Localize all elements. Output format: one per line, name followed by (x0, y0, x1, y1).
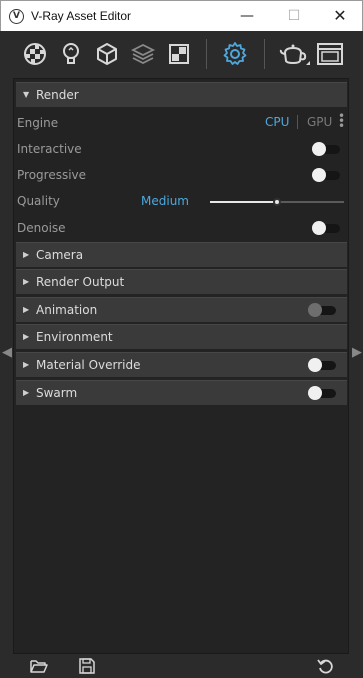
section-label: Material Override (36, 358, 141, 372)
section-animation[interactable]: ▶ Animation (16, 297, 347, 322)
collapsed-triangle-icon: ▶ (23, 332, 30, 341)
toolbar-separator (264, 39, 265, 69)
denoise-row: Denoise (16, 217, 347, 241)
lights-icon[interactable] (58, 41, 84, 67)
collapsed-triangle-icon: ▶ (23, 360, 30, 369)
save-icon[interactable] (78, 657, 96, 675)
section-environment[interactable]: ▶ Environment (16, 324, 347, 349)
settings-icon[interactable] (222, 41, 248, 67)
denoise-toggle[interactable] (312, 221, 342, 235)
section-label: Swarm (36, 386, 78, 400)
section-render[interactable]: ▼ Render (16, 82, 347, 107)
window-title: V-Ray Asset Editor (31, 9, 132, 23)
section-label: Animation (36, 303, 98, 317)
quality-value[interactable]: Medium (141, 194, 189, 208)
category-toolbar (0, 31, 363, 76)
collapsed-triangle-icon: ▶ (23, 305, 30, 314)
geometry-icon[interactable] (94, 41, 120, 67)
collapsed-triangle-icon: ▶ (23, 277, 30, 286)
bottom-toolbar (0, 654, 363, 678)
engine-gpu-option[interactable]: GPU (307, 115, 332, 129)
reset-icon[interactable] (317, 657, 335, 675)
vray-logo-icon: V (9, 9, 24, 24)
section-material-override[interactable]: ▶ Material Override (16, 352, 347, 377)
expanded-triangle-icon: ▼ (23, 90, 30, 99)
swarm-toggle[interactable] (308, 386, 338, 400)
collapse-left-arrow-icon[interactable]: ◀ (2, 345, 12, 360)
close-button[interactable]: ✕ (317, 1, 363, 31)
denoise-label: Denoise (17, 221, 66, 235)
quality-label: Quality (17, 194, 60, 208)
interactive-row: Interactive (16, 138, 347, 162)
interactive-label: Interactive (17, 142, 82, 156)
minimize-button[interactable]: — (224, 1, 270, 31)
engine-cpu-option[interactable]: CPU (265, 115, 289, 129)
material-override-toggle[interactable] (308, 358, 338, 372)
progressive-row: Progressive (16, 164, 347, 188)
toolbar-separator (206, 39, 207, 69)
frame-buffer-icon[interactable] (316, 41, 344, 67)
interactive-toggle[interactable] (312, 142, 342, 156)
quality-slider[interactable] (210, 198, 344, 206)
collapsed-triangle-icon: ▶ (23, 250, 30, 259)
section-label: Camera (36, 248, 84, 262)
progressive-toggle[interactable] (312, 168, 342, 182)
materials-icon[interactable] (22, 41, 48, 67)
section-camera[interactable]: ▶ Camera (16, 242, 347, 267)
quality-slider-fill (210, 201, 277, 203)
engine-label: Engine (17, 116, 59, 130)
layers-icon[interactable] (130, 41, 156, 67)
maximize-button[interactable]: ☐ (271, 1, 317, 31)
title-bar: V V-Ray Asset Editor — ☐ ✕ (0, 0, 363, 31)
engine-separator (297, 115, 298, 129)
quality-row: Quality Medium (16, 190, 347, 214)
quality-slider-handle[interactable] (273, 198, 281, 206)
section-label: Render (36, 88, 79, 102)
collapsed-triangle-icon: ▶ (23, 388, 30, 397)
progressive-label: Progressive (17, 168, 87, 182)
textures-icon[interactable] (166, 41, 192, 67)
engine-row: Engine CPU GPU • • • (16, 110, 347, 136)
more-options-icon[interactable]: • • • (338, 110, 345, 132)
section-label: Render Output (36, 275, 125, 289)
animation-toggle[interactable] (308, 303, 338, 317)
render-teapot-icon[interactable] (278, 41, 310, 67)
collapse-right-arrow-icon[interactable]: ▶ (352, 345, 362, 360)
section-label: Environment (36, 330, 113, 344)
section-swarm[interactable]: ▶ Swarm (16, 380, 347, 405)
open-folder-icon[interactable] (30, 657, 48, 675)
section-render-output[interactable]: ▶ Render Output (16, 269, 347, 294)
